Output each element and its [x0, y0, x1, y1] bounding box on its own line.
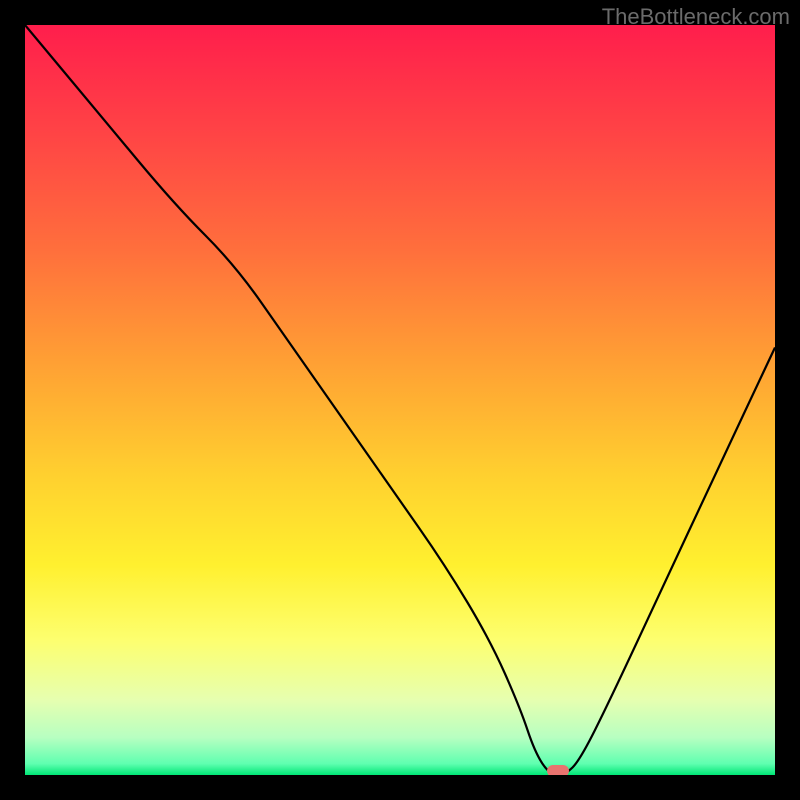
bottleneck-curve — [25, 25, 775, 775]
watermark-text: TheBottleneck.com — [602, 4, 790, 30]
optimal-marker — [547, 765, 569, 775]
plot-area — [25, 25, 775, 775]
